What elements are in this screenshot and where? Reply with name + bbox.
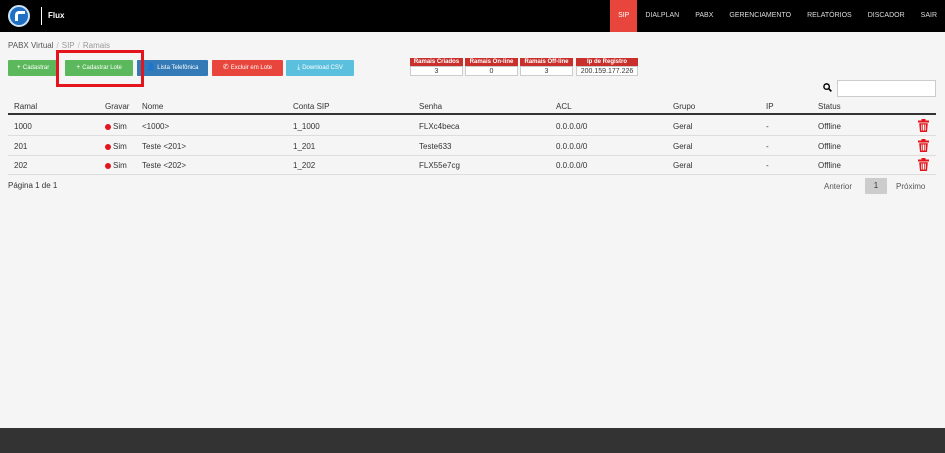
nav-discador[interactable]: DISCADOR [860, 0, 913, 32]
column-gravar[interactable]: Gravar [105, 102, 129, 111]
column-conta-sip[interactable]: Conta SIP [293, 102, 329, 111]
lista-telefonica-button[interactable]: 👤 Lista Telefônica [137, 60, 208, 76]
download-icon: ⤓ [297, 64, 301, 71]
cell-acl: 0.0.0.0/0 [556, 142, 588, 151]
plus-icon: + [16, 64, 21, 71]
cell-status: Offline [818, 161, 841, 170]
column-grupo[interactable]: Grupo [673, 102, 695, 111]
stat-ip-registro: Ip de Registro 200.159.177.226 [576, 58, 638, 77]
cell-conta-sip: 1_201 [293, 142, 316, 151]
nav-gerenciamento[interactable]: GERENCIAMENTO [721, 0, 799, 32]
stat-label: Ramais On-line [465, 58, 518, 66]
cell-ip: - [766, 122, 769, 131]
stat-value: 200.159.177.226 [576, 66, 638, 76]
phone-icon: ✆ [222, 64, 229, 71]
breadcrumb: PABX Virtual / SIP / Ramais [8, 41, 111, 50]
cell-grupo: Geral [673, 122, 693, 131]
highlight-box [56, 50, 144, 87]
breadcrumb-pabx-virtual[interactable]: PABX Virtual [8, 41, 54, 50]
trash-icon[interactable] [918, 119, 929, 132]
record-dot-icon [105, 163, 111, 169]
cell-nome: Teste <201> [142, 142, 187, 151]
table-row[interactable]: 202 Sim Teste <202> 1_202 FLX55e7cg 0.0.… [8, 155, 936, 175]
pagination-next[interactable]: Próximo [896, 182, 925, 191]
column-senha[interactable]: Senha [419, 102, 442, 111]
breadcrumb-sip[interactable]: SIP [62, 41, 75, 50]
cell-ip: - [766, 161, 769, 170]
stat-ramais-criados: Ramais Criados 3 [410, 58, 463, 77]
cell-senha: FLX55e7cg [419, 161, 460, 170]
cell-senha: FLXc4beca [419, 122, 460, 131]
excluir-lote-button[interactable]: ✆ Excluir em Lote [212, 60, 283, 76]
cell-ip: - [766, 142, 769, 151]
main-nav: SIP DIALPLAN PABX GERENCIAMENTO RELATÓRI… [610, 0, 945, 32]
footer-bar [0, 428, 945, 453]
column-ramal[interactable]: Ramal [14, 102, 37, 111]
stat-value: 3 [520, 66, 573, 76]
column-ip[interactable]: IP [766, 102, 774, 111]
nav-relatorios[interactable]: RELATÓRIOS [799, 0, 860, 32]
cell-status: Offline [818, 122, 841, 131]
cell-status: Offline [818, 142, 841, 151]
stat-value: 3 [410, 66, 463, 76]
record-dot-icon [105, 144, 111, 150]
nav-dialplan[interactable]: DIALPLAN [637, 0, 687, 32]
stat-value: 0 [465, 66, 518, 76]
nav-sair[interactable]: SAIR [913, 0, 945, 32]
cell-senha: Teste633 [419, 142, 452, 151]
table-row[interactable]: 201 Sim Teste <201> 1_201 Teste633 0.0.0… [8, 136, 936, 156]
flux-logo-icon[interactable] [8, 5, 30, 27]
pagination-page-1[interactable]: 1 [865, 178, 887, 194]
cell-gravar: Sim [105, 161, 127, 170]
cell-nome: Teste <202> [142, 161, 187, 170]
download-csv-button[interactable]: ⤓ Download CSV [286, 60, 354, 76]
stat-ramais-offline: Ramais Off-line 3 [520, 58, 573, 77]
column-nome[interactable]: Nome [142, 102, 163, 111]
record-dot-icon [105, 124, 111, 130]
top-navbar: Flux SIP DIALPLAN PABX GERENCIAMENTO REL… [0, 0, 945, 32]
brand-name: Flux [48, 11, 65, 20]
pagination-prev[interactable]: Anterior [824, 182, 852, 191]
logo-divider [41, 7, 42, 25]
stat-label: Ip de Registro [576, 58, 638, 66]
column-acl[interactable]: ACL [556, 102, 572, 111]
cell-grupo: Geral [673, 161, 693, 170]
stat-ramais-online: Ramais On-line 0 [465, 58, 518, 77]
trash-icon[interactable] [918, 139, 929, 152]
cadastrar-button[interactable]: + Cadastrar [8, 60, 58, 76]
stat-label: Ramais Off-line [520, 58, 573, 66]
nav-sip[interactable]: SIP [610, 0, 638, 32]
user-icon: 👤 [146, 64, 156, 71]
stat-label: Ramais Criados [410, 58, 463, 66]
table-header: Ramal Gravar Nome Conta SIP Senha ACL Gr… [8, 100, 936, 115]
cell-acl: 0.0.0.0/0 [556, 161, 588, 170]
pagination-info: Página 1 de 1 [8, 181, 58, 190]
cell-ramal: 1000 [14, 122, 32, 131]
column-status[interactable]: Status [818, 102, 841, 111]
table-row[interactable]: 1000 Sim <1000> 1_1000 FLXc4beca 0.0.0.0… [8, 116, 936, 136]
search-icon [823, 83, 832, 92]
cell-gravar: Sim [105, 142, 127, 151]
cell-acl: 0.0.0.0/0 [556, 122, 588, 131]
cell-gravar: Sim [105, 122, 127, 131]
cell-nome: <1000> [142, 122, 170, 131]
breadcrumb-ramais: Ramais [82, 41, 111, 50]
cell-grupo: Geral [673, 142, 693, 151]
cell-conta-sip: 1_1000 [293, 122, 320, 131]
cell-ramal: 202 [14, 161, 28, 170]
cell-ramal: 201 [14, 142, 28, 151]
search-input[interactable] [837, 80, 936, 97]
trash-icon[interactable] [918, 158, 929, 171]
cell-conta-sip: 1_202 [293, 161, 316, 170]
nav-pabx[interactable]: PABX [687, 0, 721, 32]
